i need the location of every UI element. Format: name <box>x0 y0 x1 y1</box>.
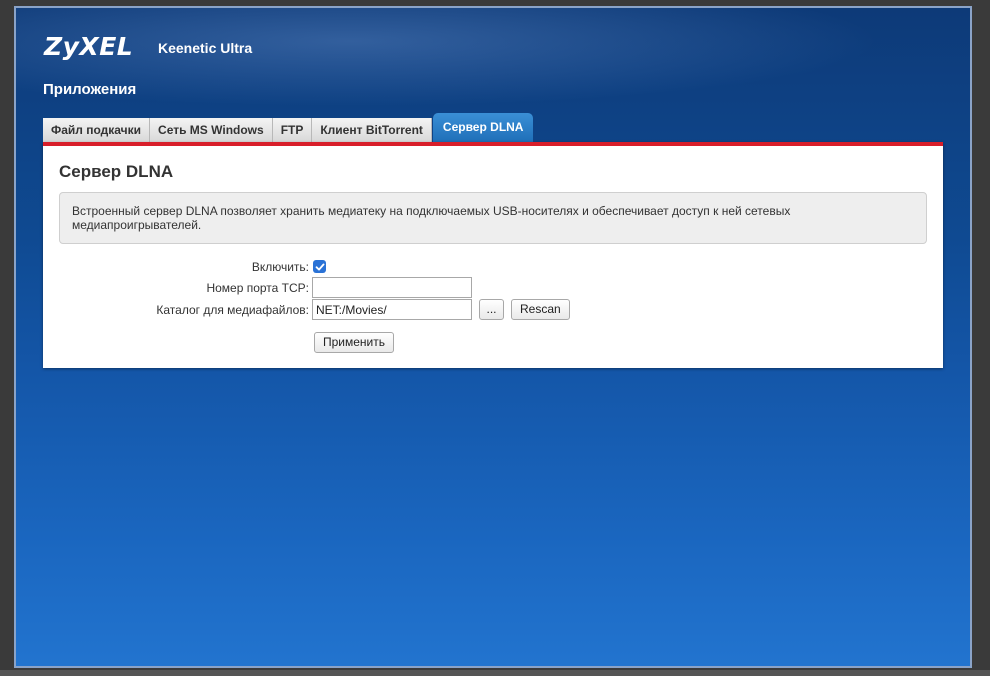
enable-label: Включить: <box>251 260 309 274</box>
zyxel-logo: ZyXEL <box>44 32 134 61</box>
tab-bar: Файл подкачки Сеть MS Windows FTP Клиент… <box>43 113 534 142</box>
enable-row: Включить: <box>43 256 943 278</box>
info-text: Встроенный сервер DLNA позволяет хранить… <box>72 204 791 232</box>
tab-ms-windows-network[interactable]: Сеть MS Windows <box>150 118 273 142</box>
media-dir-row: Каталог для медиафайлов: ... Rescan <box>43 299 943 321</box>
rescan-button[interactable]: Rescan <box>511 299 570 320</box>
tab-ftp[interactable]: FTP <box>272 118 313 142</box>
browse-button[interactable]: ... <box>479 299 504 320</box>
info-box: Встроенный сервер DLNA позволяет хранить… <box>59 192 927 244</box>
dlna-settings-panel: Сервер DLNA Встроенный сервер DLNA позво… <box>43 142 943 368</box>
tab-swap-file[interactable]: Файл подкачки <box>43 118 151 142</box>
media-dir-input[interactable] <box>312 299 472 320</box>
tab-bittorrent-client[interactable]: Клиент BitTorrent <box>312 118 432 142</box>
page-title: Приложения <box>43 81 137 98</box>
tcp-port-input[interactable] <box>312 277 472 298</box>
panel-title: Сервер DLNA <box>59 162 174 181</box>
port-label: Номер порта TCP: <box>206 281 309 295</box>
apply-button[interactable]: Применить <box>314 332 395 353</box>
router-admin-window: ZyXEL Keenetic Ultra Приложения Файл под… <box>14 6 972 668</box>
model-name: Keenetic Ultra <box>158 40 253 56</box>
enable-checkbox[interactable] <box>313 260 326 273</box>
checkmark-icon <box>315 263 324 270</box>
bottom-strip <box>0 670 990 676</box>
port-row: Номер порта TCP: <box>43 277 943 299</box>
tab-dlna-server[interactable]: Сервер DLNA <box>432 113 534 142</box>
media-dir-label: Каталог для медиафайлов: <box>156 303 309 317</box>
